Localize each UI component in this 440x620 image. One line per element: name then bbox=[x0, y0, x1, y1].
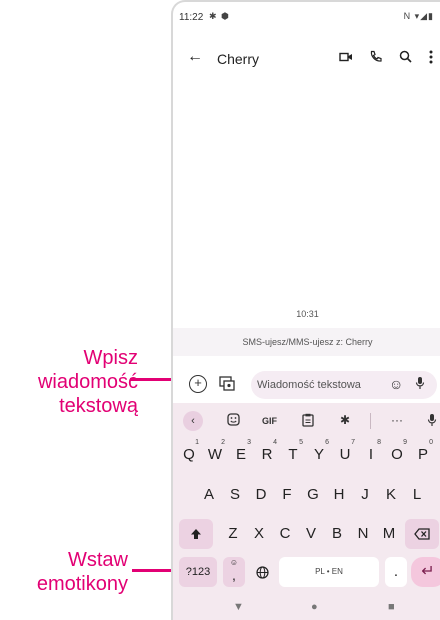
recents-nav-icon[interactable]: ■ bbox=[388, 601, 395, 613]
key-k[interactable]: K bbox=[379, 480, 403, 510]
gif-button[interactable]: GIF bbox=[262, 416, 277, 426]
phone-icon[interactable] bbox=[369, 50, 382, 66]
app-bar: ← Cherry bbox=[173, 42, 440, 74]
voice-input-icon[interactable] bbox=[427, 413, 437, 430]
key-t[interactable]: T5 bbox=[281, 439, 305, 470]
clipboard-icon[interactable] bbox=[302, 413, 314, 430]
sticker-icon[interactable] bbox=[227, 413, 240, 429]
add-attachment-icon[interactable]: + bbox=[189, 375, 207, 393]
shift-icon bbox=[191, 529, 201, 540]
key-m[interactable]: M bbox=[377, 519, 401, 549]
key-e[interactable]: E3 bbox=[229, 439, 253, 470]
key-j[interactable]: J bbox=[353, 480, 377, 510]
toolbar-divider bbox=[370, 413, 371, 429]
key-s[interactable]: S bbox=[223, 480, 247, 510]
gallery-icon[interactable] bbox=[218, 375, 236, 393]
search-icon[interactable] bbox=[399, 50, 412, 66]
key-f[interactable]: F bbox=[275, 480, 299, 510]
backspace-icon bbox=[414, 528, 430, 540]
video-call-icon[interactable] bbox=[339, 50, 353, 66]
key-x[interactable]: X bbox=[247, 519, 271, 549]
settings-icon[interactable]: ✱ bbox=[340, 413, 350, 427]
symbols-key[interactable]: ?123 bbox=[179, 557, 217, 587]
key-z[interactable]: Z bbox=[221, 519, 245, 549]
system-nav-bar: ▼ ● ■ bbox=[173, 598, 440, 620]
more-options-icon[interactable]: ··· bbox=[391, 413, 403, 427]
key-h[interactable]: H bbox=[327, 480, 351, 510]
space-key[interactable]: PL • EN bbox=[279, 557, 379, 587]
keyboard-collapse-icon[interactable]: ‹ bbox=[183, 411, 203, 431]
key-a[interactable]: A bbox=[197, 480, 221, 510]
gear-icon: ✱ bbox=[209, 11, 217, 21]
key-p[interactable]: P0 bbox=[411, 439, 435, 470]
home-nav-icon[interactable]: ● bbox=[311, 601, 318, 613]
keyboard-toolbar: ‹ GIF ✱ ··· bbox=[173, 409, 440, 433]
back-arrow-icon[interactable]: ← bbox=[187, 48, 203, 66]
phone-screen: 11:22 ✱ ⬢ N ▾◢▮ ← Cherry 10:31 SMS-ujesz… bbox=[171, 0, 440, 620]
key-o[interactable]: O9 bbox=[385, 439, 409, 470]
key-l[interactable]: L bbox=[405, 480, 429, 510]
key-n[interactable]: N bbox=[351, 519, 375, 549]
key-w[interactable]: W2 bbox=[203, 439, 227, 470]
callout-insert-emoji: Wstaw emotikony bbox=[36, 549, 128, 595]
period-key[interactable]: . bbox=[385, 557, 407, 587]
enter-key[interactable]: ↵ bbox=[411, 557, 440, 587]
shift-key[interactable] bbox=[179, 519, 213, 549]
key-b[interactable]: B bbox=[325, 519, 349, 549]
message-timestamp: 10:31 bbox=[296, 309, 319, 319]
key-v[interactable]: V bbox=[299, 519, 323, 549]
emoji-icon[interactable]: ☺ bbox=[389, 376, 403, 392]
emoji-comma-key[interactable]: ☺ , bbox=[223, 557, 245, 587]
key-q[interactable]: Q1 bbox=[177, 439, 201, 470]
status-indicators: N ▾◢▮ bbox=[403, 11, 434, 21]
more-vert-icon[interactable] bbox=[429, 50, 433, 67]
key-c[interactable]: C bbox=[273, 519, 297, 549]
key-u[interactable]: U7 bbox=[333, 439, 357, 470]
language-globe-key[interactable] bbox=[249, 557, 275, 587]
conversation-title: Cherry bbox=[217, 51, 260, 67]
key-g[interactable]: G bbox=[301, 480, 325, 510]
message-input[interactable]: Wiadomość tekstowa ☺ bbox=[251, 371, 437, 399]
message-placeholder: Wiadomość tekstowa bbox=[257, 379, 361, 391]
back-nav-icon[interactable]: ▼ bbox=[233, 601, 244, 613]
mic-icon[interactable] bbox=[415, 376, 425, 393]
callout-type-message: Wpisz wiadomość tekstową bbox=[37, 347, 138, 417]
conversation-info-text: SMS-ujesz/MMS-ujesz z: Cherry bbox=[242, 337, 373, 347]
status-bar: 11:22 ✱ ⬢ N ▾◢▮ bbox=[173, 2, 440, 28]
status-time: 11:22 bbox=[179, 12, 204, 23]
key-r[interactable]: R4 bbox=[255, 439, 279, 470]
backspace-key[interactable] bbox=[405, 519, 439, 549]
shield-icon: ⬢ bbox=[221, 11, 229, 21]
conversation-info-bar: SMS-ujesz/MMS-ujesz z: Cherry bbox=[173, 328, 440, 356]
globe-icon bbox=[255, 565, 269, 579]
compose-bar: + Wiadomość tekstowa ☺ bbox=[173, 368, 440, 402]
key-y[interactable]: Y6 bbox=[307, 439, 331, 470]
key-i[interactable]: I8 bbox=[359, 439, 383, 470]
keyboard: ‹ GIF ✱ ··· Q1 W2 E3 R4 T 5 Y 6 U 7 I 8 … bbox=[173, 403, 440, 620]
key-d[interactable]: D bbox=[249, 480, 273, 510]
page: Wpisz wiadomość tekstową Wstaw emotikony… bbox=[0, 0, 440, 620]
